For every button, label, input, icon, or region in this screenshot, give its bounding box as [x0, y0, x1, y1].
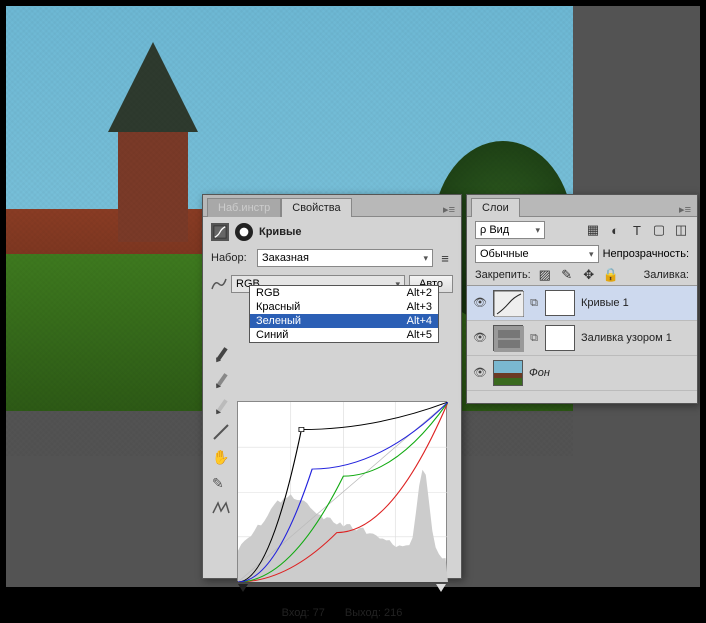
layer-row[interactable]: 👁 Фон	[467, 356, 697, 391]
hand-tool-icon[interactable]	[212, 449, 232, 469]
curves-graph[interactable]	[237, 401, 447, 581]
curves-io-readout: Вход: 77 Выход: 216	[237, 597, 447, 623]
layer-filter-select[interactable]: ρ Вид ▾	[475, 221, 545, 239]
adjustment-title: Кривые	[259, 226, 301, 238]
chevron-down-icon: ▾	[423, 253, 428, 264]
highlight-slider[interactable]	[436, 584, 446, 592]
tab-properties[interactable]: Свойства	[281, 198, 351, 217]
on-image-tool-icon[interactable]	[212, 423, 232, 443]
eyedropper-gray-icon[interactable]	[212, 371, 232, 391]
app-frame: Наб.инстр Свойства ▸≡ Кривые Набор: Зака…	[6, 6, 700, 587]
layer-mask-thumb[interactable]	[545, 290, 575, 316]
layer-row[interactable]: 👁 ⧉ Кривые 1	[467, 286, 697, 321]
output-value: 216	[384, 607, 402, 619]
layer-thumb-photo[interactable]	[493, 360, 523, 386]
blend-mode-select[interactable]: Обычные ▾	[475, 245, 599, 263]
lock-all-icon[interactable]: 🔒	[603, 267, 619, 283]
link-icon[interactable]: ⧉	[529, 332, 539, 345]
shadow-slider[interactable]	[238, 584, 248, 592]
tab-layers[interactable]: Слои	[471, 198, 520, 217]
filter-adjust-icon[interactable]: ◐	[607, 222, 623, 238]
filter-shape-icon[interactable]: ▢	[651, 222, 667, 238]
channel-option-rgb[interactable]: RGB Alt+2	[250, 286, 438, 300]
channel-link-icon[interactable]	[211, 276, 227, 292]
chevron-down-icon: ▾	[589, 249, 594, 260]
layer-name[interactable]: Фон	[529, 367, 550, 379]
smooth-tool-icon[interactable]	[212, 501, 232, 521]
properties-panel-tabs: Наб.инстр Свойства ▸≡	[203, 195, 461, 217]
channel-dropdown: RGB Alt+2 Красный Alt+3 Зеленый Alt+4 Си…	[249, 285, 439, 343]
lock-label: Закрепить:	[475, 269, 531, 281]
layer-mask-thumb[interactable]	[545, 325, 575, 351]
preset-menu-icon[interactable]: ≡	[437, 250, 453, 266]
preset-select[interactable]: Заказная ▾	[257, 249, 433, 267]
layer-row[interactable]: 👁 ⧉ Заливка узором 1	[467, 321, 697, 356]
layer-name[interactable]: Заливка узором 1	[581, 332, 672, 344]
panel-menu-icon[interactable]: ▸≡	[437, 203, 461, 216]
mask-indicator-icon	[235, 223, 253, 241]
eyedropper-black-icon[interactable]	[212, 345, 232, 365]
layer-thumb-pattern[interactable]	[493, 325, 523, 351]
adjustment-header: Кривые	[203, 217, 461, 247]
eyedropper-white-icon[interactable]	[212, 397, 232, 417]
layers-panel-menu-icon[interactable]: ▸≡	[673, 203, 697, 216]
filter-type-icon[interactable]: T	[629, 222, 645, 238]
visibility-toggle-icon[interactable]: 👁	[473, 366, 487, 380]
curves-tools	[211, 345, 233, 623]
channel-option-green[interactable]: Зеленый Alt+4	[250, 314, 438, 328]
pencil-tool-icon[interactable]	[212, 475, 232, 495]
tab-tool-presets[interactable]: Наб.инстр	[207, 198, 281, 217]
layers-panel: Слои ▸≡ ρ Вид ▾ ▦ ◐ T ▢ ◫ Обычные ▾ Непр…	[466, 194, 698, 404]
lock-transparency-icon[interactable]: ▨	[537, 267, 553, 283]
filter-smart-icon[interactable]: ◫	[673, 222, 689, 238]
filter-pixel-icon[interactable]: ▦	[585, 222, 601, 238]
fill-label: Заливка:	[644, 269, 689, 281]
lock-paint-icon[interactable]: ✎	[559, 267, 575, 283]
lock-position-icon[interactable]: ✥	[581, 267, 597, 283]
link-icon[interactable]: ⧉	[529, 297, 539, 310]
visibility-toggle-icon[interactable]: 👁	[473, 296, 487, 310]
layer-thumb-curves[interactable]	[493, 290, 523, 316]
properties-panel: Наб.инстр Свойства ▸≡ Кривые Набор: Зака…	[202, 194, 462, 579]
opacity-label: Непрозрачность:	[603, 248, 689, 260]
curves-adjustment-icon	[211, 223, 229, 241]
layer-list: 👁 ⧉ Кривые 1 👁 ⧉ Заливка узором 1 👁	[467, 285, 697, 391]
input-value: 77	[313, 607, 325, 619]
visibility-toggle-icon[interactable]: 👁	[473, 331, 487, 345]
chevron-down-icon: ▾	[535, 225, 540, 236]
preset-label: Набор:	[211, 252, 253, 264]
channel-option-red[interactable]: Красный Alt+3	[250, 300, 438, 314]
channel-option-blue[interactable]: Синий Alt+5	[250, 328, 438, 342]
layer-name[interactable]: Кривые 1	[581, 297, 629, 309]
